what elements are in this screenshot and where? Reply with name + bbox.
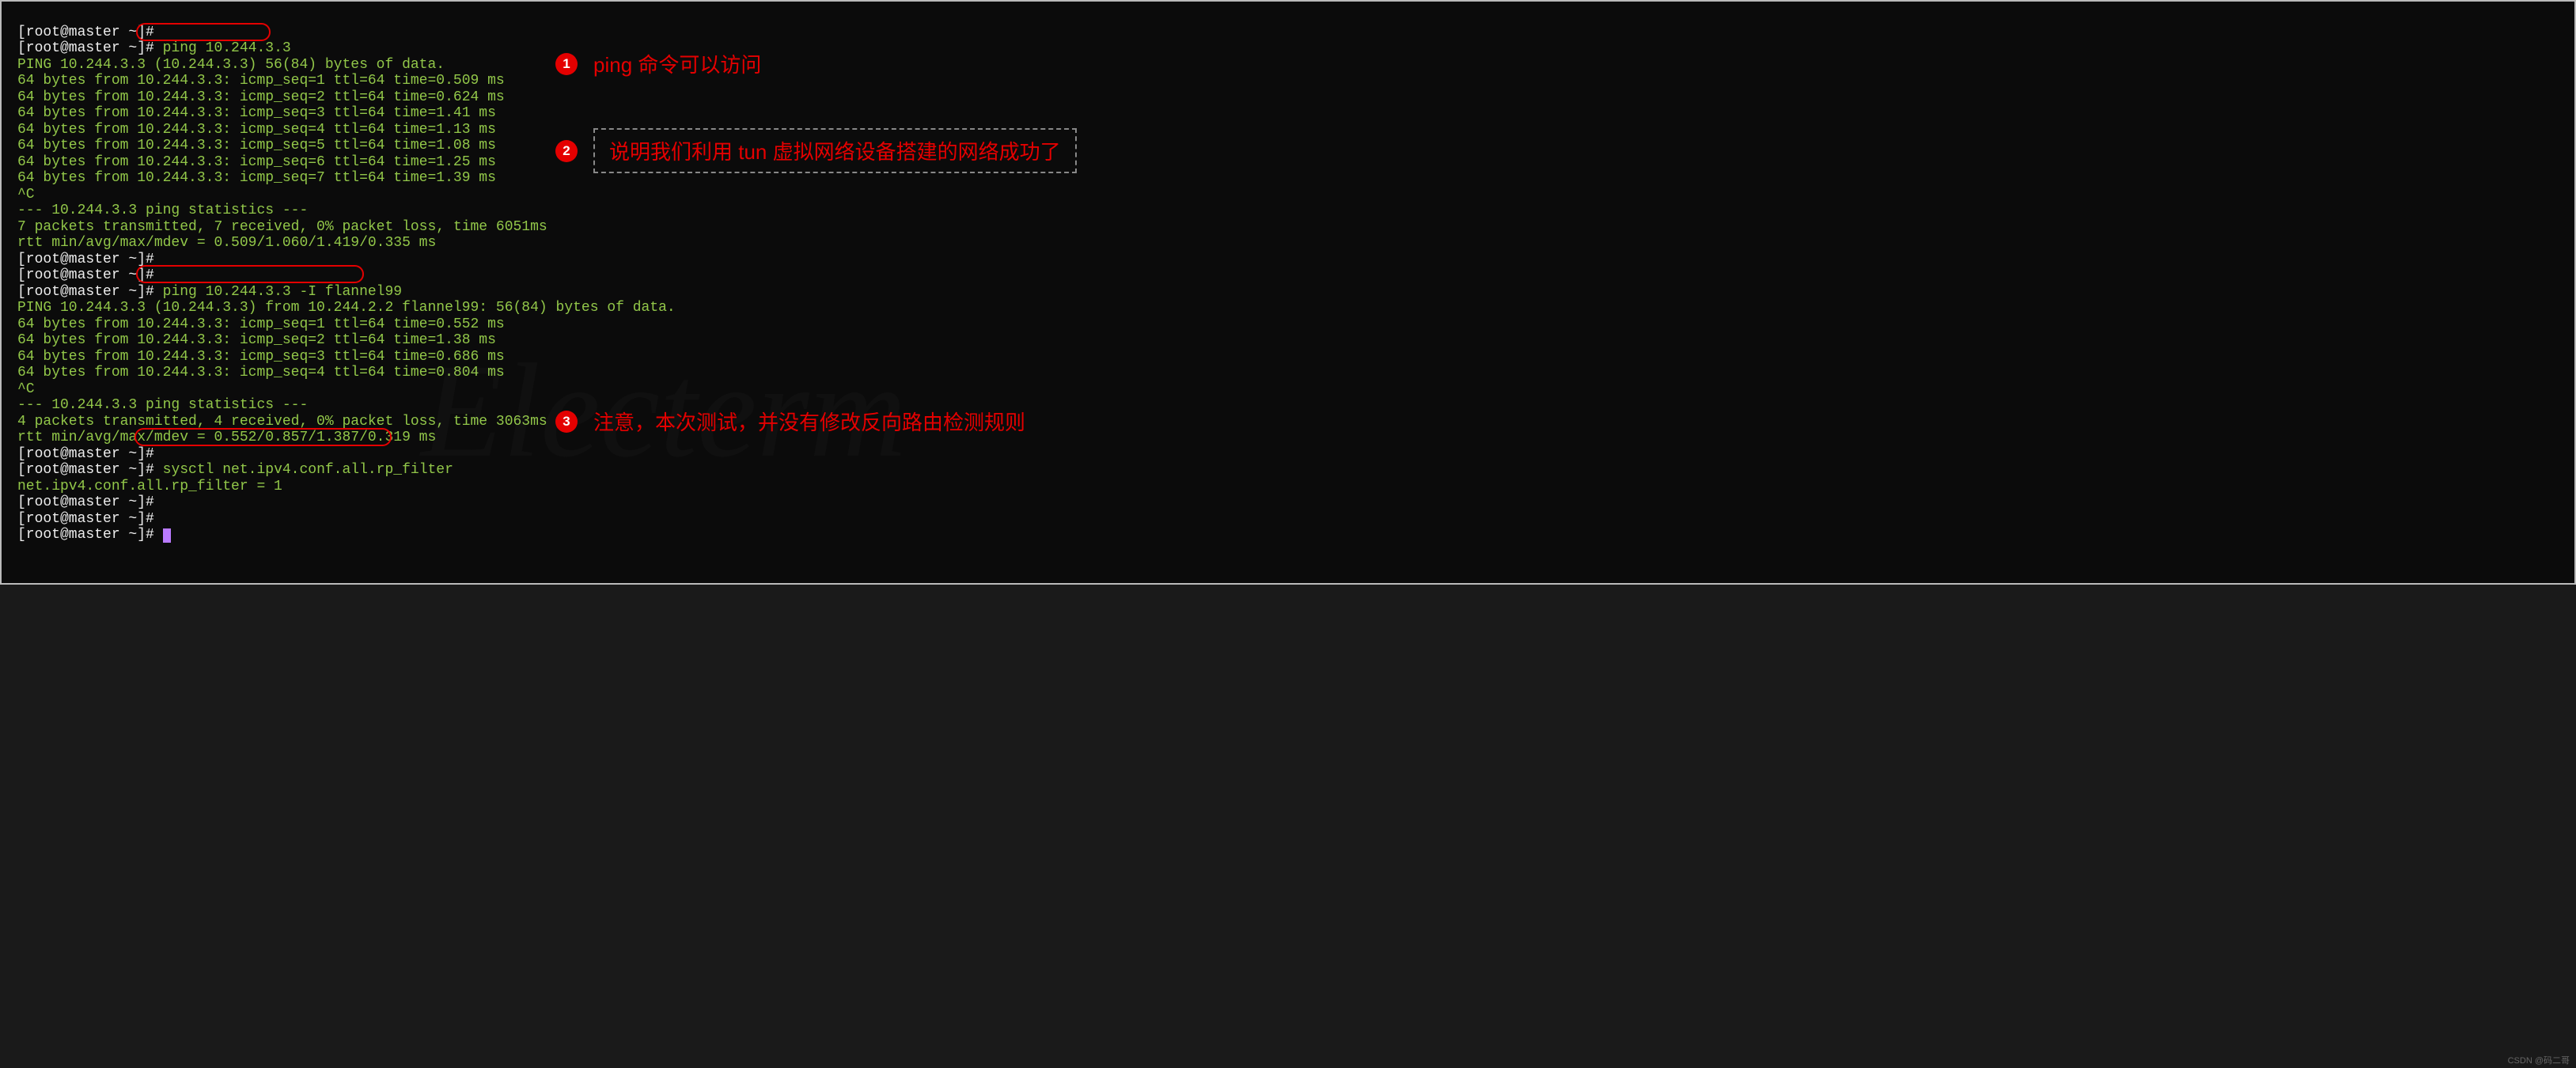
out-line: 64 bytes from 10.244.3.3: icmp_seq=5 ttl… xyxy=(17,138,496,153)
command-ping2: ping 10.244.3.3 -I flannel99 xyxy=(163,284,402,300)
annotation-text-1: ping 命令可以访问 xyxy=(593,49,761,78)
out-line: 64 bytes from 10.244.3.3: icmp_seq=1 ttl… xyxy=(17,316,505,332)
out-ping1-header: PING 10.244.3.3 (10.244.3.3) 56(84) byte… xyxy=(17,57,445,73)
annotation-2: 2 说明我们利用 tun 虚拟网络设备搭建的网络成功了 xyxy=(555,128,1077,173)
stats-sep: --- 10.244.3.3 ping statistics --- xyxy=(17,203,308,218)
command-sysctl: sysctl net.ipv4.conf.all.rp_filter xyxy=(163,462,453,478)
out-line: 64 bytes from 10.244.3.3: icmp_seq=1 ttl… xyxy=(17,73,505,89)
out-line: 64 bytes from 10.244.3.3: icmp_seq=4 ttl… xyxy=(17,122,496,138)
annotation-3: 3 注意，本次测试，并没有修改反向路由检测规则 xyxy=(555,407,1025,436)
out-line: 64 bytes from 10.244.3.3: icmp_seq=7 ttl… xyxy=(17,170,496,186)
cursor-icon xyxy=(163,528,171,543)
stats-line: 4 packets transmitted, 4 received, 0% pa… xyxy=(17,414,547,430)
prompt: [root@master ~]# xyxy=(17,511,154,527)
badge-3: 3 xyxy=(555,411,578,433)
ctrl-c: ^C xyxy=(17,381,35,397)
ctrl-c: ^C xyxy=(17,187,35,203)
out-line: 64 bytes from 10.244.3.3: icmp_seq=2 ttl… xyxy=(17,89,505,105)
prompt: [root@master ~]# xyxy=(17,25,154,40)
prompt: [root@master ~]# xyxy=(17,446,154,462)
footer-credit: CSDN @码二哥 xyxy=(2508,1054,2570,1066)
annotation-text-2: 说明我们利用 tun 虚拟网络设备搭建的网络成功了 xyxy=(593,128,1077,173)
command-ping1: ping 10.244.3.3 xyxy=(163,40,291,56)
stats-line: rtt min/avg/max/mdev = 0.509/1.060/1.419… xyxy=(17,235,436,251)
out-line: 64 bytes from 10.244.3.3: icmp_seq=3 ttl… xyxy=(17,105,496,121)
stats-line: rtt min/avg/max/mdev = 0.552/0.857/1.387… xyxy=(17,430,436,445)
annotation-text-3: 注意，本次测试，并没有修改反向路由检测规则 xyxy=(593,407,1025,436)
out-line: 64 bytes from 10.244.3.3: icmp_seq=3 ttl… xyxy=(17,349,505,365)
out-line: 64 bytes from 10.244.3.3: icmp_seq=6 ttl… xyxy=(17,154,496,170)
terminal-screenshot: [root@master ~]# [root@master ~]# ping 1… xyxy=(0,0,2576,585)
annotation-1: 1 ping 命令可以访问 xyxy=(555,49,761,78)
prompt: [root@master ~]# xyxy=(17,462,154,478)
prompt: [root@master ~]# xyxy=(17,284,154,300)
out-line: 64 bytes from 10.244.3.3: icmp_seq=4 ttl… xyxy=(17,365,505,381)
prompt: [root@master ~]# xyxy=(17,40,154,56)
stats-sep: --- 10.244.3.3 ping statistics --- xyxy=(17,397,308,413)
prompt: [root@master ~]# xyxy=(17,527,154,543)
prompt: [root@master ~]# xyxy=(17,494,154,510)
prompt: [root@master ~]# xyxy=(17,267,154,283)
badge-1: 1 xyxy=(555,53,578,75)
terminal-output[interactable]: [root@master ~]# [root@master ~]# ping 1… xyxy=(17,8,2559,559)
badge-2: 2 xyxy=(555,140,578,162)
out-ping2-header: PING 10.244.3.3 (10.244.3.3) from 10.244… xyxy=(17,300,676,316)
prompt: [root@master ~]# xyxy=(17,252,154,267)
sysctl-output: net.ipv4.conf.all.rp_filter = 1 xyxy=(17,479,282,494)
out-line: 64 bytes from 10.244.3.3: icmp_seq=2 ttl… xyxy=(17,332,496,348)
stats-line: 7 packets transmitted, 7 received, 0% pa… xyxy=(17,219,547,235)
